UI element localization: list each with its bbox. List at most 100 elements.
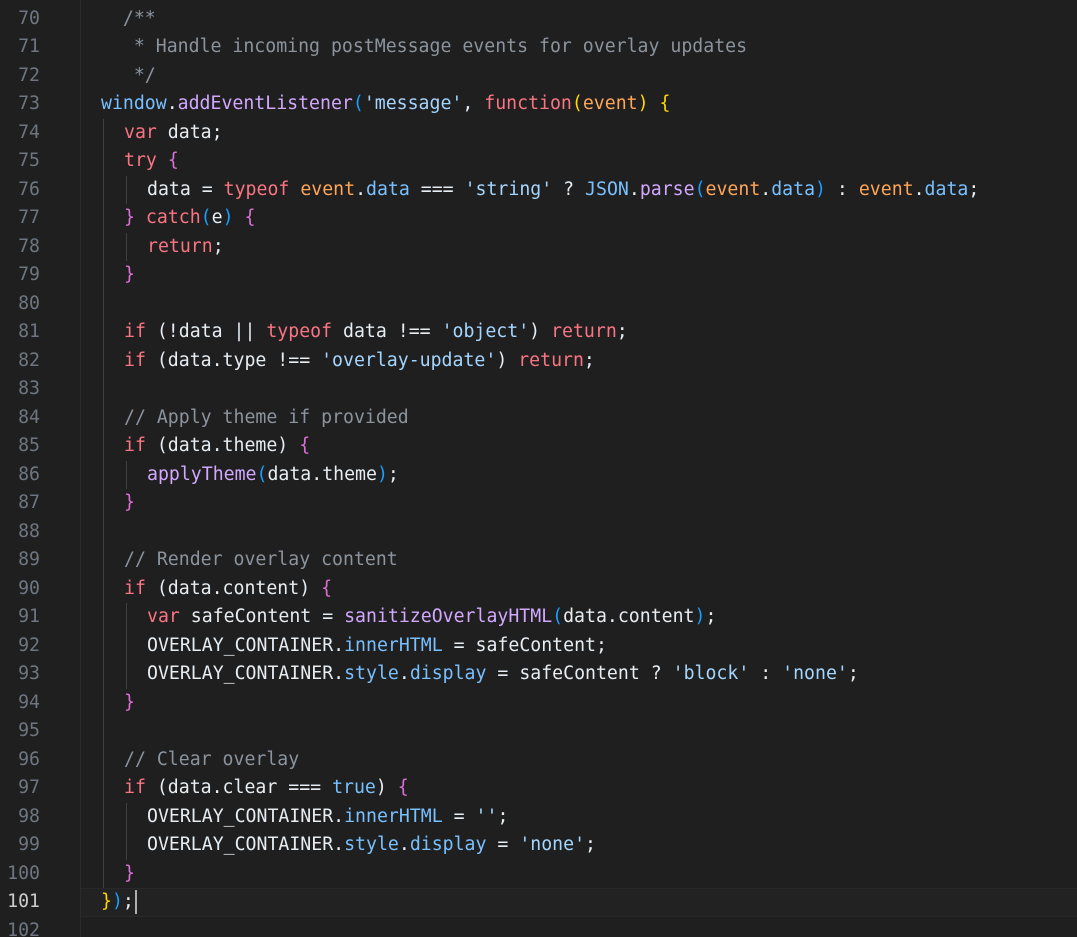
code-line[interactable]: 70 /** bbox=[0, 5, 1077, 34]
code-token: data bbox=[924, 178, 969, 200]
code-token: // Apply theme if provided bbox=[124, 406, 409, 428]
code-token: ) bbox=[694, 606, 706, 627]
code-line[interactable]: 80 bbox=[0, 289, 1077, 318]
code-token: } bbox=[124, 691, 135, 713]
code-line[interactable]: 75 try { bbox=[0, 147, 1077, 176]
code-line[interactable]: 90 if (data.content) { bbox=[0, 574, 1077, 604]
code-token: . bbox=[628, 178, 640, 200]
code-line[interactable]: 86 applyTheme(data.theme); bbox=[0, 460, 1077, 490]
code-line[interactable]: 99 OVERLAY_CONTAINER.style.display = 'non… bbox=[0, 831, 1077, 860]
code-token: . bbox=[398, 663, 410, 684]
code-token: var bbox=[124, 121, 157, 143]
code-token: event bbox=[300, 178, 356, 200]
line-code: var safeContent = sanitizeOverlayHTML(da… bbox=[147, 603, 716, 632]
code-token: ) bbox=[222, 207, 234, 228]
line-code: try { bbox=[124, 147, 179, 176]
code-editor[interactable]: 70 /** 71 * Handle incoming postMessage e… bbox=[0, 0, 1077, 937]
code-line[interactable]: 76 data = typeof event.data === 'string' … bbox=[0, 175, 1077, 204]
code-line[interactable]: 79} bbox=[0, 261, 1077, 290]
code-token: if bbox=[124, 435, 146, 456]
code-line[interactable]: 74 var data; bbox=[0, 118, 1077, 147]
code-token: . bbox=[333, 834, 345, 855]
code-line[interactable]: 95 bbox=[0, 717, 1077, 746]
code-token: ) bbox=[375, 777, 398, 798]
indent-guide bbox=[103, 204, 104, 233]
line-code: // Clear overlay bbox=[124, 746, 299, 775]
indent-guide bbox=[103, 688, 104, 717]
code-line[interactable]: 97 if (data.clear === true) { bbox=[0, 774, 1077, 803]
code-token: OVERLAY_CONTAINER bbox=[147, 663, 334, 684]
code-line[interactable]: 94} bbox=[0, 688, 1077, 717]
code-line[interactable]: 100} bbox=[0, 859, 1077, 888]
code-token: JSON bbox=[585, 178, 629, 200]
code-token: if bbox=[124, 777, 146, 798]
code-line[interactable]: 84 // Apply theme if provided bbox=[0, 403, 1077, 432]
code-token: 'message' bbox=[363, 93, 463, 114]
code-token: = bbox=[442, 805, 476, 827]
code-line[interactable]: 72 */ bbox=[0, 62, 1077, 91]
code-token: ; bbox=[387, 463, 399, 485]
code-token: return bbox=[551, 321, 617, 342]
line-number: 75 bbox=[18, 150, 40, 171]
code-token: data !== bbox=[332, 321, 442, 342]
code-line[interactable]: 102 bbox=[0, 917, 1077, 937]
code-token: . bbox=[913, 178, 925, 200]
code-line[interactable]: 82 if (data.type !== 'overlay-update') re… bbox=[0, 346, 1077, 376]
code-token: if bbox=[124, 321, 146, 342]
line-code: if (data.type !== 'overlay-update') retu… bbox=[124, 347, 595, 376]
code-line[interactable]: 96 // Clear overlay bbox=[0, 745, 1077, 775]
code-token: typeof bbox=[223, 178, 290, 200]
line-number: 88 bbox=[18, 520, 40, 542]
code-line[interactable]: 98 OVERLAY_CONTAINER.innerHTML = ''; bbox=[0, 802, 1077, 831]
indent-guide bbox=[103, 717, 104, 746]
code-line[interactable]: 73 window.addEventListener('message', fun… bbox=[0, 90, 1077, 119]
code-line[interactable]: 81 if (!data || typeof data !== 'object')… bbox=[0, 318, 1077, 347]
line-code: applyTheme(data.theme); bbox=[147, 461, 399, 490]
code-token: 'block' bbox=[672, 663, 750, 684]
code-token: (data.type !== bbox=[145, 349, 322, 371]
indent-guide bbox=[103, 289, 104, 318]
code-token: display bbox=[409, 834, 487, 855]
code-line[interactable]: 77} catch(e) { bbox=[0, 204, 1077, 233]
indent-guide bbox=[103, 375, 104, 404]
code-line[interactable]: 71 * Handle incoming postMessage events … bbox=[0, 33, 1077, 62]
indent-guide bbox=[103, 631, 104, 660]
indent-guide bbox=[103, 489, 104, 518]
code-line[interactable]: 87} bbox=[0, 489, 1077, 518]
indent-guide bbox=[103, 118, 104, 147]
code-token: if bbox=[124, 349, 146, 371]
code-token: (!data || bbox=[145, 321, 267, 342]
code-line[interactable]: 89 // Render overlay content bbox=[0, 546, 1077, 575]
line-code: window.addEventListener('message', funct… bbox=[101, 90, 670, 119]
code-token: data bbox=[366, 178, 410, 200]
code-token: . bbox=[355, 178, 367, 200]
code-line[interactable]: 101}); bbox=[0, 888, 1077, 917]
indent-guide bbox=[103, 432, 104, 461]
code-line[interactable]: 92 OVERLAY_CONTAINER.innerHTML = safeCont… bbox=[0, 631, 1077, 660]
indent-guide bbox=[103, 802, 104, 831]
line-code: */ bbox=[101, 62, 156, 91]
code-token: event bbox=[582, 93, 638, 114]
code-line[interactable]: 91 var safeContent = sanitizeOverlayHTML(… bbox=[0, 603, 1077, 632]
code-token: event bbox=[858, 178, 914, 200]
code-line[interactable]: 88 bbox=[0, 517, 1077, 546]
line-number: 87 bbox=[18, 492, 40, 513]
code-token: . bbox=[166, 93, 178, 114]
code-line[interactable]: 85 if (data.theme) { bbox=[0, 432, 1077, 461]
code-token: event bbox=[705, 178, 761, 200]
line-number: 82 bbox=[18, 349, 40, 371]
code-token: ; bbox=[705, 606, 717, 627]
line-code: if (data.content) { bbox=[124, 575, 332, 604]
indent-guide bbox=[103, 261, 104, 290]
line-number: 84 bbox=[18, 406, 40, 428]
text-cursor bbox=[135, 890, 137, 914]
line-code: if (!data || typeof data !== 'object') r… bbox=[124, 318, 628, 347]
code-line[interactable]: 83 bbox=[0, 375, 1077, 404]
code-token: ( bbox=[256, 463, 268, 485]
code-line[interactable]: 78 return; bbox=[0, 232, 1077, 261]
code-line[interactable]: 93 OVERLAY_CONTAINER.style.display = safe… bbox=[0, 660, 1077, 689]
code-token: window bbox=[101, 93, 167, 114]
line-number: 79 bbox=[18, 264, 40, 285]
indent-guide bbox=[126, 232, 127, 261]
